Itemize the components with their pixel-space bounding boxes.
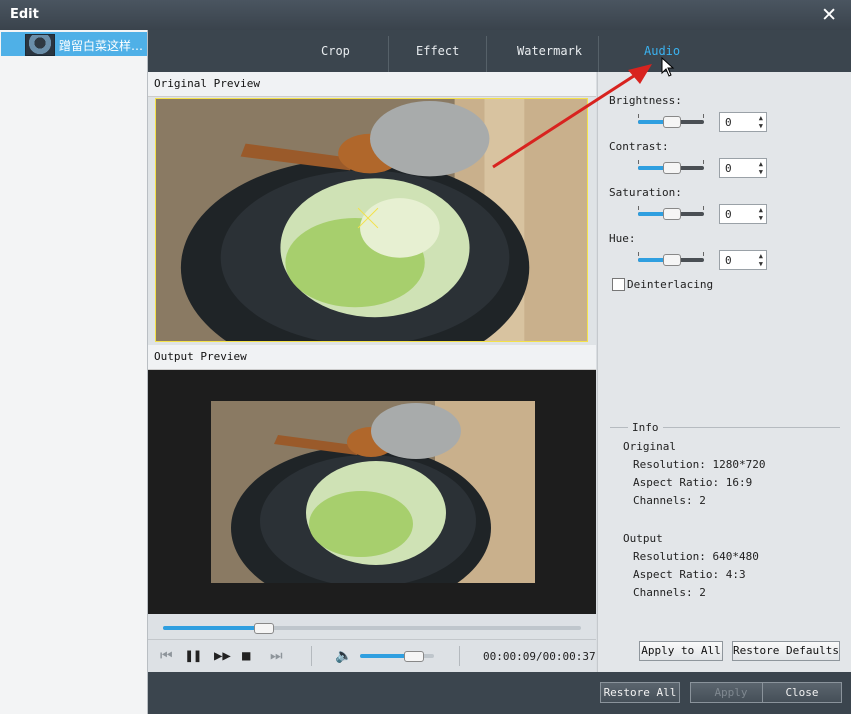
time-display: 00:00:09/00:00:37 — [483, 650, 596, 663]
title-bar: Edit ✕ — [0, 0, 851, 30]
original-resolution: Resolution: 1280*720 — [633, 458, 766, 471]
restore-defaults-button[interactable]: Restore Defaults — [732, 641, 840, 661]
control-divider — [311, 646, 312, 666]
hue-label: Hue: — [609, 232, 636, 245]
tab-divider — [598, 36, 599, 72]
output-video-image — [211, 401, 535, 583]
saturation-spinbox[interactable]: 0 ▲ ▼ — [719, 204, 767, 224]
output-channels: Channels: 2 — [633, 586, 706, 599]
output-preview-label: Output Preview — [154, 350, 247, 363]
hue-spinbox[interactable]: 0 ▲ ▼ — [719, 250, 767, 270]
tab-audio[interactable]: Audio — [644, 44, 680, 58]
apply-button[interactable]: Apply — [690, 682, 772, 703]
saturation-label: Saturation: — [609, 186, 682, 199]
playback-controls: ⏮ ❚❚ ▶▶ ■ ⏭ 🔈 00:00:09/00:00:37 — [148, 639, 596, 672]
original-info-heading: Original — [623, 440, 676, 453]
close-icon[interactable]: ✕ — [821, 4, 837, 26]
deinterlacing-label: Deinterlacing — [627, 278, 714, 291]
bottom-bar: Restore All Apply Close — [148, 672, 851, 714]
saturation-slider[interactable] — [638, 206, 704, 222]
original-video-frame[interactable] — [155, 98, 588, 342]
hue-slider[interactable] — [638, 252, 704, 268]
tab-crop[interactable]: Crop — [321, 44, 350, 58]
stop-icon[interactable]: ■ — [242, 648, 250, 664]
effect-settings-panel: Brightness: 0 ▲ ▼ Contrast: 0 ▲ ▼ Saturati… — [597, 72, 851, 672]
spin-arrows-icon[interactable]: ▲ ▼ — [759, 160, 763, 176]
brightness-value: 0 — [725, 116, 732, 129]
original-preview-label: Original Preview — [154, 77, 260, 90]
close-button[interactable]: Close — [762, 682, 842, 703]
contrast-label: Contrast: — [609, 140, 669, 153]
pause-icon[interactable]: ❚❚ — [185, 648, 202, 664]
tab-divider — [388, 36, 389, 72]
output-video-frame — [211, 401, 535, 583]
prev-frame-icon[interactable]: ⏮ — [160, 648, 173, 664]
tab-divider — [486, 36, 487, 72]
video-thumbnail — [25, 34, 55, 56]
mouse-cursor-icon — [661, 57, 675, 77]
tab-effect[interactable]: Effect — [416, 44, 459, 58]
hue-value: 0 — [725, 254, 732, 267]
tab-bar: Crop Effect Watermark Audio — [148, 30, 851, 72]
spin-arrows-icon[interactable]: ▲ ▼ — [759, 252, 763, 268]
output-preview-header: Output Preview — [148, 345, 596, 370]
brightness-label: Brightness: — [609, 94, 682, 107]
info-heading: Info — [628, 421, 663, 434]
output-resolution: Resolution: 640*480 — [633, 550, 759, 563]
output-info-heading: Output — [623, 532, 663, 545]
brightness-slider[interactable] — [638, 114, 704, 130]
output-aspect-ratio: Aspect Ratio: 4:3 — [633, 568, 746, 581]
original-video-image — [156, 99, 587, 341]
spin-arrows-icon[interactable]: ▲ ▼ — [759, 114, 763, 130]
seek-progress — [163, 626, 264, 630]
seek-handle[interactable] — [254, 623, 275, 634]
file-name: 蹭留白菜这样… — [59, 39, 144, 53]
control-divider — [459, 646, 460, 666]
window-title: Edit — [10, 7, 39, 22]
deinterlacing-checkbox[interactable] — [612, 278, 625, 291]
file-list-item[interactable]: 蹭留白菜这样… — [1, 32, 147, 56]
tab-watermark[interactable]: Watermark — [517, 44, 582, 58]
next-frame-icon[interactable]: ⏭ — [270, 648, 283, 664]
contrast-slider[interactable] — [638, 160, 704, 176]
contrast-value: 0 — [725, 162, 732, 175]
contrast-spinbox[interactable]: 0 ▲ ▼ — [719, 158, 767, 178]
play-icon[interactable]: ▶▶ — [214, 648, 231, 664]
restore-all-button[interactable]: Restore All — [600, 682, 680, 703]
seek-bar[interactable] — [148, 614, 596, 639]
volume-icon[interactable]: 🔈 — [335, 648, 352, 664]
file-list-sidebar: 蹭留白菜这样… — [0, 30, 148, 714]
original-preview-header: Original Preview — [148, 72, 596, 97]
apply-to-all-button[interactable]: Apply to All — [639, 641, 723, 661]
original-channels: Channels: 2 — [633, 494, 706, 507]
original-aspect-ratio: Aspect Ratio: 16:9 — [633, 476, 753, 489]
spin-arrows-icon[interactable]: ▲ ▼ — [759, 206, 763, 222]
brightness-spinbox[interactable]: 0 ▲ ▼ — [719, 112, 767, 132]
volume-handle[interactable] — [404, 651, 425, 662]
saturation-value: 0 — [725, 208, 732, 221]
